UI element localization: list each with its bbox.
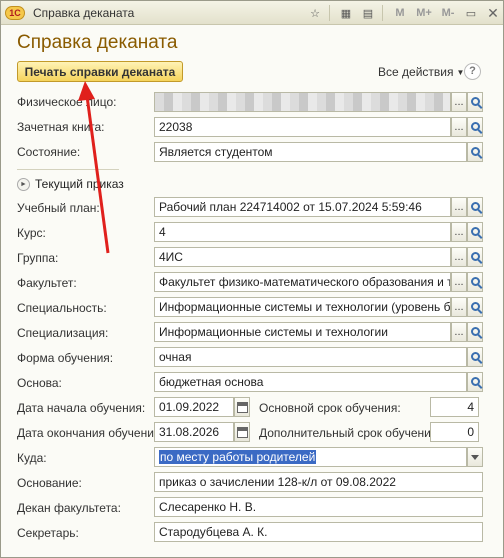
dean-certificate-window: 1С Справка деканата ☆ ▦ ▤ M M+ M- ▭ ✕ Сп… [0,0,504,558]
annotation-arrow [78,81,110,254]
annotation-arrow-head [78,81,95,101]
annotation-arrow-line [85,95,110,254]
